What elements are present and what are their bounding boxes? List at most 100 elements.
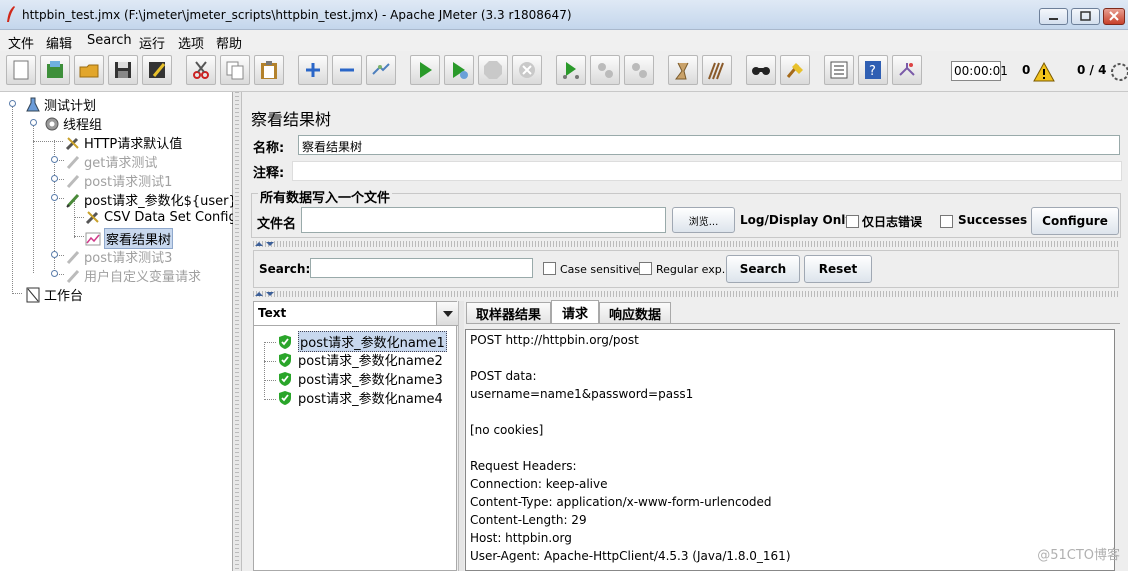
minimize-icon	[1049, 18, 1058, 20]
tab-sampler-result[interactable]: 取样器结果	[466, 302, 551, 323]
expand-button[interactable]	[298, 55, 328, 85]
browse-button[interactable]: 浏览...	[672, 207, 735, 233]
tree-node-get-request[interactable]: get请求测试	[65, 152, 157, 171]
gear-icon	[45, 117, 59, 130]
workbench-icon	[26, 287, 40, 302]
menu-edit[interactable]: 编辑	[46, 33, 72, 52]
menu-run[interactable]: 运行	[139, 33, 165, 52]
node-toggle[interactable]	[51, 175, 58, 182]
paste-button[interactable]	[254, 55, 284, 85]
successes-checkbox[interactable]	[940, 215, 953, 228]
copy-icon	[226, 61, 244, 80]
menu-file[interactable]: 文件	[8, 33, 34, 52]
node-toggle[interactable]	[51, 156, 58, 163]
collapse-arrows-icon[interactable]	[254, 240, 276, 248]
collapse-arrows-icon[interactable]	[254, 290, 276, 298]
copy-button[interactable]	[220, 55, 250, 85]
result-item[interactable]: post请求_参数化name4	[278, 388, 443, 407]
search-button[interactable]: Search	[726, 255, 800, 283]
filename-input[interactable]	[301, 207, 666, 233]
file-group-title: 所有数据写入一个文件	[258, 187, 393, 206]
toggle-button[interactable]	[366, 55, 396, 85]
case-sensitive-label: Case sensitive	[560, 263, 640, 276]
divider[interactable]	[253, 241, 1119, 247]
maximize-button[interactable]	[1071, 8, 1100, 25]
tree-node-post-test1[interactable]: post请求测试1	[65, 171, 172, 190]
close-button[interactable]	[1103, 8, 1125, 25]
result-item[interactable]: post请求_参数化name2	[278, 350, 443, 369]
menu-help[interactable]: 帮助	[216, 33, 242, 52]
errors-only-checkbox[interactable]	[846, 215, 859, 228]
search-input[interactable]	[310, 258, 533, 278]
menu-options[interactable]: 选项	[178, 33, 204, 52]
menu-bar: 文件 编辑 Search 运行 选项 帮助	[0, 30, 1128, 52]
comment-label: 注释:	[253, 166, 285, 181]
tree-node-test-plan[interactable]: 测试计划	[25, 95, 96, 114]
case-sensitive-checkbox[interactable]	[543, 262, 556, 275]
reset-button[interactable]: Reset	[804, 255, 872, 283]
elapsed-timer: 00:00:01	[951, 61, 1008, 81]
result-item[interactable]: post请求_参数化name1	[278, 331, 447, 352]
shutdown-icon	[519, 62, 535, 78]
renderer-select[interactable]: Text	[254, 302, 458, 326]
search-button-toolbar[interactable]	[746, 55, 776, 85]
regex-checkbox[interactable]	[639, 262, 652, 275]
chevron-down-icon[interactable]	[436, 302, 458, 325]
remote-stop-button[interactable]	[590, 55, 620, 85]
name-field[interactable]: 察看结果树	[298, 135, 1120, 155]
view-results-tree-panel: 察看结果树 名称: 察看结果树 注释: 所有数据写入一个文件 文件名 浏览...…	[242, 92, 1128, 571]
vertical-splitter[interactable]	[233, 92, 242, 571]
close-icon	[1109, 11, 1119, 21]
shutdown-button[interactable]	[512, 55, 542, 85]
clear-all-button[interactable]	[702, 55, 732, 85]
new-button[interactable]	[6, 55, 36, 85]
request-line: User-Agent: Apache-HttpClient/4.5.3 (Jav…	[470, 549, 791, 563]
menu-search[interactable]: Search	[87, 33, 132, 48]
tree-node-post-param[interactable]: post请求_参数化${user}	[65, 190, 237, 209]
node-toggle[interactable]	[51, 270, 58, 277]
minimize-button[interactable]	[1039, 8, 1068, 25]
stop-button[interactable]	[478, 55, 508, 85]
root-toggle[interactable]	[9, 100, 16, 107]
request-line: Connection: keep-alive	[470, 477, 608, 491]
thread-group-toggle[interactable]	[30, 119, 37, 126]
comment-field[interactable]	[292, 161, 1122, 181]
tree-node-user-vars-request[interactable]: 用户自定义变量请求	[65, 266, 201, 285]
start-button[interactable]	[410, 55, 440, 85]
node-toggle[interactable]	[51, 251, 58, 258]
error-count: 0	[1022, 63, 1031, 77]
request-content[interactable]: POST http://httpbin.org/post POST data: us…	[465, 329, 1115, 571]
save-button[interactable]	[108, 55, 138, 85]
collapse-button[interactable]	[332, 55, 362, 85]
tab-response-data[interactable]: 响应数据	[599, 302, 671, 323]
help-button[interactable]: ?	[858, 55, 888, 85]
filename-label: 文件名	[257, 217, 297, 232]
cut-button[interactable]	[186, 55, 216, 85]
save-as-button[interactable]	[142, 55, 172, 85]
configure-button[interactable]: Configure	[1031, 207, 1119, 235]
reset-search-button[interactable]	[780, 55, 810, 85]
divider[interactable]	[253, 291, 1119, 297]
results-splitter[interactable]	[458, 301, 464, 571]
node-toggle[interactable]	[51, 194, 58, 201]
log-button[interactable]	[892, 55, 922, 85]
warning-icon[interactable]	[1033, 62, 1055, 82]
open-button[interactable]	[74, 55, 104, 85]
tree-node-post-test3[interactable]: post请求测试3	[65, 247, 172, 266]
start-icon	[420, 62, 432, 78]
start-no-pause-button[interactable]	[444, 55, 474, 85]
wrench-icon	[85, 211, 99, 225]
tree-node-http-defaults[interactable]: HTTP请求默认值	[65, 133, 182, 152]
result-item[interactable]: post请求_参数化name3	[278, 369, 443, 388]
request-line: Content-Length: 29	[470, 513, 587, 527]
clear-button[interactable]	[668, 55, 698, 85]
tree-node-thread-group[interactable]: 线程组	[44, 114, 102, 133]
tree-node-view-results-tree[interactable]: 察看结果树	[85, 228, 174, 249]
templates-button[interactable]	[40, 55, 70, 85]
tree-node-workbench[interactable]: 工作台	[25, 285, 83, 304]
function-helper-button[interactable]	[824, 55, 854, 85]
tree-node-csv-config[interactable]: CSV Data Set Config	[85, 209, 237, 225]
remote-start-button[interactable]	[556, 55, 586, 85]
remote-shutdown-button[interactable]	[624, 55, 654, 85]
tab-request[interactable]: 请求	[551, 300, 599, 323]
